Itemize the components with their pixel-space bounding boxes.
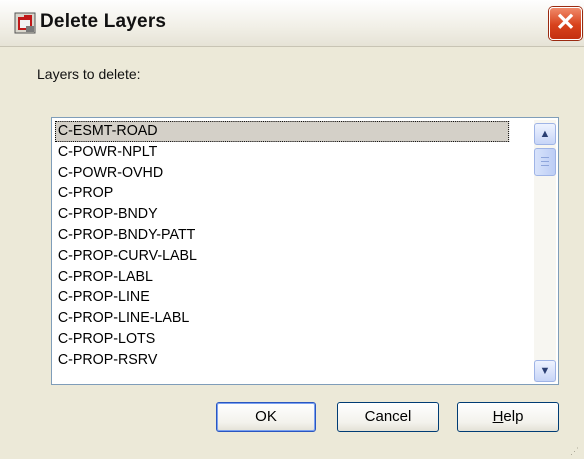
- list-item[interactable]: C-ESMT-ROAD: [55, 121, 510, 142]
- scroll-up-button[interactable]: ▲: [534, 123, 556, 145]
- chevron-down-icon: ▼: [539, 365, 551, 377]
- grip-line: [541, 161, 549, 162]
- ok-button[interactable]: OK: [216, 402, 316, 432]
- list-item[interactable]: C-PROP-LOTS: [55, 329, 509, 350]
- window-title: Delete Layers: [40, 11, 167, 32]
- resize-grip-icon[interactable]: ⋰: [570, 446, 580, 456]
- layers-to-delete-label: Layers to delete:: [37, 66, 141, 82]
- close-icon: ✕: [555, 9, 576, 36]
- scroll-down-button[interactable]: ▼: [534, 360, 556, 382]
- help-mnemonic: H: [492, 408, 504, 425]
- list-item[interactable]: C-PROP-LABL: [55, 267, 509, 288]
- list-item[interactable]: C-PROP-CURV-LABL: [55, 246, 509, 267]
- cancel-button[interactable]: Cancel: [337, 402, 439, 432]
- autocad-icon: [14, 12, 36, 34]
- help-label-rest: elp: [503, 408, 524, 425]
- close-button[interactable]: ✕: [549, 7, 582, 40]
- layer-list[interactable]: C-ESMT-ROAD C-POWR-NPLT C-POWR-OVHD C-PR…: [55, 121, 533, 383]
- grip-line: [541, 165, 549, 166]
- list-item[interactable]: C-POWR-OVHD: [55, 163, 509, 184]
- list-item[interactable]: C-PROP-LINE: [55, 287, 509, 308]
- title-bar[interactable]: Delete Layers ✕: [0, 0, 584, 47]
- help-button[interactable]: Help: [457, 402, 559, 432]
- list-item[interactable]: C-PROP-BNDY: [55, 204, 509, 225]
- layers-listbox[interactable]: C-ESMT-ROAD C-POWR-NPLT C-POWR-OVHD C-PR…: [51, 117, 559, 385]
- chevron-up-icon: ▲: [539, 128, 551, 140]
- list-item[interactable]: C-POWR-NPLT: [55, 142, 509, 163]
- list-item[interactable]: C-PROP-RSRV: [55, 350, 509, 371]
- vertical-scrollbar[interactable]: ▲ ▼: [534, 120, 556, 382]
- list-item[interactable]: C-PROP-LINE-LABL: [55, 308, 509, 329]
- list-item[interactable]: C-PROP: [55, 183, 509, 204]
- list-item[interactable]: C-PROP-BNDY-PATT: [55, 225, 509, 246]
- grip-line: [541, 157, 549, 158]
- scroll-thumb[interactable]: [534, 148, 556, 176]
